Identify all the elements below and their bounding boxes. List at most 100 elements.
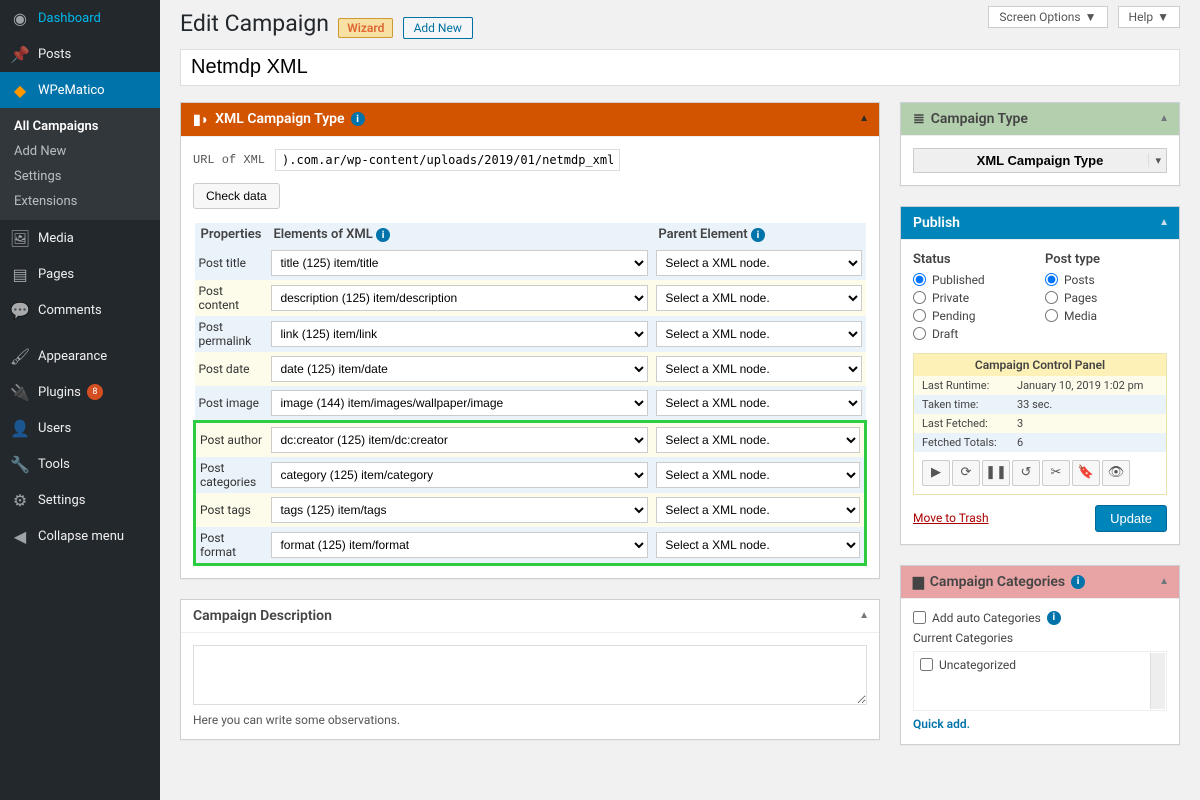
check-data-button[interactable]: Check data <box>193 183 280 209</box>
sidebar-item-pages[interactable]: ▤ Pages <box>0 256 160 292</box>
sidebar-item-media[interactable]: 🖼Media <box>0 220 160 256</box>
element-select[interactable]: link (125) item/link <box>271 321 648 347</box>
uncategorized-checkbox[interactable]: Uncategorized <box>920 658 1160 672</box>
parent-select[interactable]: Select a XML node. <box>656 356 861 382</box>
campaign-categories-header[interactable]: ▆ Campaign Categories i ▲ <box>901 566 1179 599</box>
status-radio-published[interactable]: Published <box>913 271 1035 289</box>
parent-select[interactable]: Select a XML node. <box>656 427 860 453</box>
status-radio-draft[interactable]: Draft <box>913 325 1035 343</box>
wizard-button[interactable]: Wizard <box>338 18 393 38</box>
status-radio-pending[interactable]: Pending <box>913 307 1035 325</box>
sidebar-item-users[interactable]: 👤Users <box>0 410 160 446</box>
info-icon[interactable]: i <box>1047 611 1061 625</box>
ccp-row: Fetched Totals:6 <box>914 433 1166 452</box>
parent-select[interactable]: Select a XML node. <box>656 250 861 276</box>
info-icon[interactable]: i <box>751 228 765 242</box>
sidebar-item-comments[interactable]: 💬Comments <box>0 292 160 328</box>
posttype-radio-media[interactable]: Media <box>1045 307 1167 325</box>
categories-list[interactable]: Uncategorized <box>913 651 1167 711</box>
add-new-button[interactable]: Add New <box>403 17 473 39</box>
sidebar-item-appearance[interactable]: 🖌Appearance <box>0 338 160 374</box>
element-select[interactable]: tags (125) item/tags <box>271 497 648 523</box>
pages-icon: ▤ <box>10 264 30 284</box>
current-categories-label: Current Categories <box>913 631 1167 645</box>
posttype-radio-pages[interactable]: Pages <box>1045 289 1167 307</box>
campaign-description-textarea[interactable] <box>193 645 867 705</box>
info-icon[interactable]: i <box>376 228 390 242</box>
parent-select[interactable]: Select a XML node. <box>656 532 860 558</box>
info-icon[interactable]: i <box>351 112 365 126</box>
sidebar-item-label: Pages <box>38 267 74 282</box>
parent-select[interactable]: Select a XML node. <box>656 462 860 488</box>
sidebar-sub-all-campaigns[interactable]: All Campaigns <box>0 114 160 139</box>
ccp-row: Taken time:33 sec. <box>914 395 1166 414</box>
sidebar-item-tools[interactable]: 🔧Tools <box>0 446 160 482</box>
sidebar-item-posts[interactable]: 📌Posts <box>0 36 160 72</box>
screen-options-button[interactable]: Screen Options ▼ <box>988 6 1107 28</box>
sidebar-item-label: Users <box>38 421 71 436</box>
admin-sidebar: ◉Dashboard 📌Posts ◆WPeMatico All Campaig… <box>0 0 160 800</box>
xml-campaign-header[interactable]: ▮◗ XML Campaign Type i ▲ <box>181 103 879 137</box>
sidebar-sub-extensions[interactable]: Extensions <box>0 189 160 214</box>
campaign-type-box: ≣ Campaign Type ▲ XML Campaign Type <box>900 102 1180 186</box>
help-button[interactable]: Help ▼ <box>1118 6 1180 28</box>
table-row: Post authordc:creator (125) item/dc:crea… <box>195 422 866 458</box>
view-button[interactable]: 👁 <box>1102 460 1130 486</box>
posttype-radio-posts[interactable]: Posts <box>1045 271 1167 289</box>
chevron-up-icon[interactable]: ▲ <box>859 113 869 124</box>
parent-select[interactable]: Select a XML node. <box>656 390 861 416</box>
element-select[interactable]: image (144) item/images/wallpaper/image <box>271 390 648 416</box>
play-button[interactable]: ▶ <box>922 460 950 486</box>
sidebar-item-collapse[interactable]: ◀Collapse menu <box>0 518 160 554</box>
refresh-button[interactable]: ⟳ <box>952 460 980 486</box>
element-select[interactable]: description (125) item/description <box>271 285 648 311</box>
quick-add-link[interactable]: Quick add. <box>913 717 970 731</box>
add-auto-categories-checkbox[interactable]: Add auto Categories i <box>913 611 1167 625</box>
ccp-title: Campaign Control Panel <box>914 354 1166 376</box>
chevron-up-icon[interactable]: ▲ <box>1159 113 1169 124</box>
campaign-description-box: Campaign Description ▲ Here you can writ… <box>180 599 880 740</box>
url-of-xml-input[interactable] <box>275 149 620 171</box>
sidebar-item-label: Comments <box>38 303 102 318</box>
parent-select[interactable]: Select a XML node. <box>656 285 861 311</box>
history-button[interactable]: ↺ <box>1012 460 1040 486</box>
sidebar-item-label: WPeMatico <box>38 83 105 98</box>
publish-title: Publish <box>913 215 960 231</box>
parent-select[interactable]: Select a XML node. <box>656 497 860 523</box>
pause-button[interactable]: ❚❚ <box>982 460 1010 486</box>
element-select[interactable]: dc:creator (125) item/dc:creator <box>271 427 648 453</box>
sidebar-item-label: Tools <box>38 457 70 472</box>
campaign-type-select[interactable]: XML Campaign Type <box>913 148 1167 173</box>
page-title: Edit Campaign <box>180 10 329 37</box>
sidebar-item-dashboard[interactable]: ◉Dashboard <box>0 0 160 36</box>
sidebar-item-plugins[interactable]: 🔌Plugins8 <box>0 374 160 410</box>
chevron-up-icon[interactable]: ▲ <box>859 610 869 621</box>
publish-header[interactable]: Publish ▲ <box>901 207 1179 240</box>
chevron-up-icon[interactable]: ▲ <box>1159 576 1169 587</box>
cut-button[interactable]: ✂ <box>1042 460 1070 486</box>
status-radio-private[interactable]: Private <box>913 289 1035 307</box>
info-icon[interactable]: i <box>1071 575 1085 589</box>
chevron-up-icon[interactable]: ▲ <box>1159 217 1169 228</box>
element-select[interactable]: format (125) item/format <box>271 532 648 558</box>
sidebar-item-settings[interactable]: ⚙Settings <box>0 482 160 518</box>
element-select[interactable]: category (125) item/category <box>271 462 648 488</box>
sidebar-item-label: Settings <box>38 493 85 508</box>
parent-select[interactable]: Select a XML node. <box>656 321 861 347</box>
tag-button[interactable]: 🔖 <box>1072 460 1100 486</box>
move-to-trash-link[interactable]: Move to Trash <box>913 511 989 525</box>
collapse-icon: ◀ <box>10 526 30 546</box>
update-button[interactable]: Update <box>1095 505 1167 532</box>
element-select[interactable]: title (125) item/title <box>271 250 648 276</box>
campaign-type-header[interactable]: ≣ Campaign Type ▲ <box>901 103 1179 136</box>
sidebar-item-wpematico[interactable]: ◆WPeMatico <box>0 72 160 108</box>
dashboard-icon: ◉ <box>10 8 30 28</box>
campaign-description-header[interactable]: Campaign Description ▲ <box>181 600 879 633</box>
campaign-title-input[interactable] <box>180 49 1180 86</box>
top-buttons: Screen Options ▼ Help ▼ <box>988 6 1180 28</box>
plugins-icon: 🔌 <box>10 382 30 402</box>
table-row: Post imageimage (144) item/images/wallpa… <box>195 386 866 422</box>
sidebar-sub-settings[interactable]: Settings <box>0 164 160 189</box>
sidebar-sub-add-new[interactable]: Add New <box>0 139 160 164</box>
element-select[interactable]: date (125) item/date <box>271 356 648 382</box>
